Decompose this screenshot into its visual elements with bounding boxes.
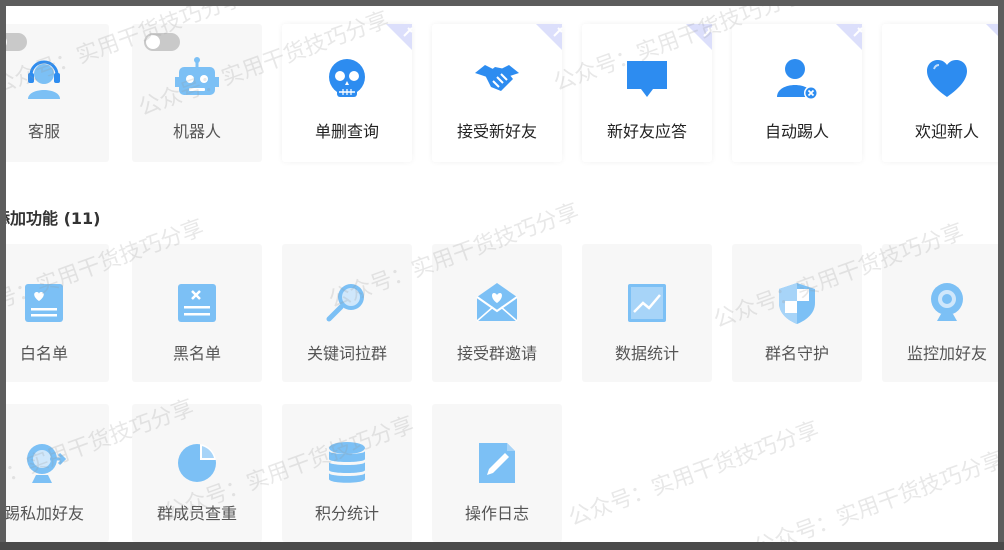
card-label: 群成员查重 [156,504,237,523]
card-label: 踢私加好友 [6,504,84,523]
card-customer-service[interactable]: 客服 [6,24,109,162]
card-robot[interactable]: 机器人 [132,24,262,162]
card-welcome-newcomer[interactable]: 欢迎新人 [882,24,998,162]
card-data-statistics[interactable]: 数据统计 [582,244,712,382]
card-new-friend-reply[interactable]: 新好友应答 [582,24,713,162]
card-blacklist[interactable]: 黑名单 [132,244,262,382]
section-title: 添加功能 (11) [6,209,101,228]
document-pen-icon [479,443,515,483]
pie-chart-icon [178,444,216,482]
enable-toggle[interactable] [144,33,180,51]
database-icon [329,442,365,483]
magnifier-icon [326,284,364,322]
card-group-name-guard[interactable]: 群名守护 [732,244,862,382]
card-label: 积分统计 [314,504,379,523]
watermark: 公众号：实用干货技巧分享 [565,417,823,532]
card-single-delete-query[interactable]: 单删查询 [282,24,413,162]
card-keyword-pull-group[interactable]: 关键词拉群 [282,244,412,382]
card-label: 黑名单 [172,344,221,363]
pin-badge [536,24,563,50]
card-label: 接受新好友 [456,122,537,141]
card-label: 接受群邀请 [456,344,537,363]
pin-badge [386,24,413,50]
chat-bubble-icon [627,61,667,97]
card-whitelist[interactable]: 白名单 [6,244,109,382]
toggle-knob [146,35,160,49]
card-kick-private-add-friend[interactable]: 踢私加好友 [6,404,109,542]
card-monitor-add-friend[interactable]: 监控加好友 [882,244,998,382]
card-label: 欢迎新人 [914,122,979,141]
pin-icon [853,27,863,37]
card-operation-log[interactable]: 操作日志 [432,404,562,542]
headset-icon [28,60,60,99]
card-label: 群名守护 [764,344,829,363]
card-label: 数据统计 [614,344,679,363]
robot-icon [175,57,219,95]
user-remove-icon [777,59,818,100]
enable-toggle[interactable] [6,33,27,51]
envelope-heart-icon [476,283,518,322]
blacklist-icon [178,284,216,322]
pin-badge [836,24,863,50]
card-label: 操作日志 [464,504,529,523]
line-chart-icon [628,284,666,322]
pin-badge [986,24,998,50]
card-label: 机器人 [172,122,221,141]
shield-icon [779,283,815,324]
card-label: 关键词拉群 [306,344,387,363]
pin-icon [703,27,713,37]
card-accept-new-friend[interactable]: 接受新好友 [432,24,563,162]
card-points-statistics[interactable]: 积分统计 [282,404,412,542]
card-group-member-dedupe[interactable]: 群成员查重 [132,404,262,542]
card-label: 监控加好友 [906,344,987,363]
webcam-icon [931,283,963,321]
card-auto-kick[interactable]: 自动踢人 [732,24,863,162]
skull-icon [329,59,365,97]
handshake-icon [475,65,519,91]
card-accept-group-invite[interactable]: 接受群邀请 [432,244,562,382]
card-label: 自动踢人 [764,122,829,141]
feature-panel: 客服 机器人 单删查询 接受新好友 新好友应答 自动踢人 欢迎新人 加功能 (1… [6,6,998,542]
pin-icon [553,27,563,37]
card-label: 白名单 [19,344,68,363]
pin-icon [403,27,413,37]
window-bottom-edge [0,542,1004,550]
watermark: 公众号：实用干货技巧分享 [750,447,998,542]
card-label: 客服 [27,122,60,141]
pin-badge [686,24,713,50]
card-label: 新好友应答 [606,122,687,141]
toggle-knob [6,35,7,49]
globe-kick-icon [27,444,67,483]
whitelist-icon [25,284,63,322]
heart-icon [927,60,967,97]
card-label: 单删查询 [314,122,379,141]
